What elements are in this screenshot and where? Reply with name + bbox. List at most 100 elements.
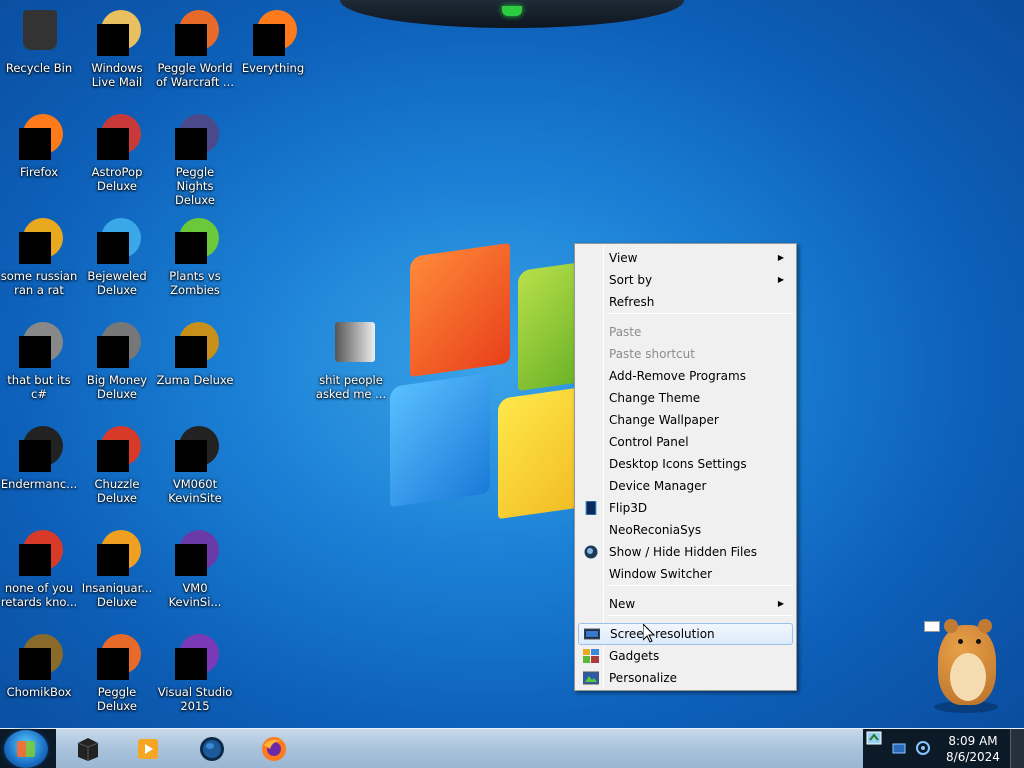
menu-item-label: Gadgets [609,649,660,663]
menu-item-add-remove-programs[interactable]: Add-Remove Programs [578,365,793,387]
desktop-icon-label: Visual Studio 2015 [157,685,233,713]
desktop-icon[interactable]: Visual Studio 2015 [156,634,234,713]
media-player-icon [138,739,158,759]
menu-item-personalize[interactable]: Personalize [578,667,793,689]
desktop-icon-label: Insaniquar... Deluxe [81,581,153,609]
menu-item-neoreconiasys[interactable]: NeoReconiaSys [578,519,793,541]
desktop-icon[interactable]: VM0 KevinSi... [156,530,234,609]
desktop-icon-label: Recycle Bin [5,61,73,75]
desktop-icon[interactable]: shit people asked me ... [312,322,390,401]
card-icon [924,621,940,632]
start-button[interactable] [4,730,48,768]
plant-icon [171,218,219,266]
taskbar-clock[interactable]: 8:09 AM 8/6/2024 [930,733,1016,765]
menu-item-paste-shortcut[interactable]: Paste shortcut [578,343,793,365]
desktop-icon[interactable]: Peggle World of Warcraft ... [156,10,234,89]
box-icon [15,634,63,682]
menu-item-change-theme[interactable]: Change Theme [578,387,793,409]
menu-item-label: Device Manager [609,479,707,493]
desktop-icon-label: that but its c# [7,373,71,401]
menu-item-label: Change Theme [609,391,701,405]
desktop-icon[interactable]: Recycle Bin [0,10,78,75]
visual-studio-icon [171,634,219,682]
desktop-icon[interactable]: Everything [234,10,312,75]
taskbar-app-firefox[interactable] [250,733,298,765]
desktop-icon[interactable]: Windows Live Mail [78,10,156,89]
menu-item-desktop-icons-settings[interactable]: Desktop Icons Settings [578,453,793,475]
volume-icon[interactable] [915,740,931,756]
desktop-icon[interactable]: Bejeweled Deluxe [78,218,156,297]
status-led [502,6,522,16]
desktop-icon-label: Plants vs Zombies [169,269,221,297]
desktop-icon[interactable]: Big Money Deluxe [78,322,156,401]
show-desktop-button[interactable] [1010,729,1024,768]
menu-item-view[interactable]: View ▶ [578,247,793,269]
network-icon[interactable] [891,740,907,756]
menu-item-new[interactable]: New ▶ [578,593,793,615]
desktop-icon[interactable]: none of you retards kno... [0,530,78,609]
game-icon [171,322,219,370]
desktop-icon[interactable]: Chuzzle Deluxe [78,426,156,505]
recycle-bin-icon [15,10,63,58]
menu-item-gadgets[interactable]: Gadgets [578,645,793,667]
desktop-icon[interactable]: Plants vs Zombies [156,218,234,297]
flip3d-icon [585,501,597,515]
desktop-icon[interactable]: some russian ran a rat [0,218,78,297]
desktop-icon[interactable]: Endermanc... [0,426,78,491]
menu-item-flip3d[interactable]: Flip3D [578,497,793,519]
fish-icon [93,530,141,578]
menu-item-refresh[interactable]: Refresh [578,291,793,313]
firefox-icon [15,114,63,162]
menu-item-label: Change Wallpaper [609,413,719,427]
gem-icon [93,218,141,266]
desktop-icon-label: VM0 KevinSi... [168,581,222,609]
app-icon [15,218,63,266]
desktop-icon[interactable]: Peggle Deluxe [78,634,156,713]
menu-item-label: Control Panel [609,435,689,449]
menu-item-show-hide-hidden-files[interactable]: Show / Hide Hidden Files [578,541,793,563]
action-center-icon[interactable] [866,731,882,747]
menu-item-label: Paste shortcut [609,347,695,361]
peggle-icon [171,114,219,162]
desktop-icon[interactable]: Firefox [0,114,78,179]
desktop-icon[interactable]: VM060t KevinSite [156,426,234,505]
monitor-icon [171,426,219,474]
menu-item-sort-by[interactable]: Sort by ▶ [578,269,793,291]
menu-item-change-wallpaper[interactable]: Change Wallpaper [578,409,793,431]
menu-item-device-manager[interactable]: Device Manager [578,475,793,497]
gadgets-icon [583,649,599,663]
menu-item-label: Show / Hide Hidden Files [609,545,757,559]
taskbar-app-media-player[interactable] [124,733,172,765]
globe-icon [584,545,598,559]
menu-item-label: Desktop Icons Settings [609,457,747,471]
desktop-icon[interactable]: that but its c# [0,322,78,401]
search-icon [249,10,297,58]
desktop-icon[interactable]: Zuma Deluxe [156,322,234,387]
app-icon [15,322,63,370]
desktop-icon[interactable]: AstroPop Deluxe [78,114,156,193]
menu-item-label: New [609,597,636,611]
taskbar-app-cube[interactable] [64,733,112,765]
folder-icon [327,322,375,370]
menu-item-paste[interactable]: Paste [578,321,793,343]
menu-item-window-switcher[interactable]: Window Switcher [578,563,793,585]
menu-item-screen-resolution[interactable]: Screen resolution [578,623,793,645]
desktop-icon-label: shit people asked me ... [315,373,387,401]
windows-flag-icon [17,741,35,757]
menu-item-label: Personalize [609,671,678,685]
desktop-context-menu: View ▶ Sort by ▶ Refresh Paste Paste shortcut A… [574,243,797,691]
hamster-pet[interactable] [920,605,1010,715]
desktop-icon-label: Bejeweled Deluxe [87,269,147,297]
desktop-icon-label: ChomikBox [6,685,72,699]
globe-icon [200,737,224,761]
desktop-icon-label: Peggle Nights Deluxe [175,165,215,207]
desktop-icon[interactable]: Insaniquar... Deluxe [78,530,156,609]
menu-item-label: Sort by [609,273,653,287]
firefox-icon [262,737,286,761]
desktop-icon[interactable]: ChomikBox [0,634,78,699]
menu-item-control-panel[interactable]: Control Panel [578,431,793,453]
display-icon [584,628,600,640]
desktop-icon[interactable]: Peggle Nights Deluxe [156,114,234,207]
taskbar-app-globe[interactable] [188,733,236,765]
desktop-icon-label: some russian ran a rat [0,269,78,297]
